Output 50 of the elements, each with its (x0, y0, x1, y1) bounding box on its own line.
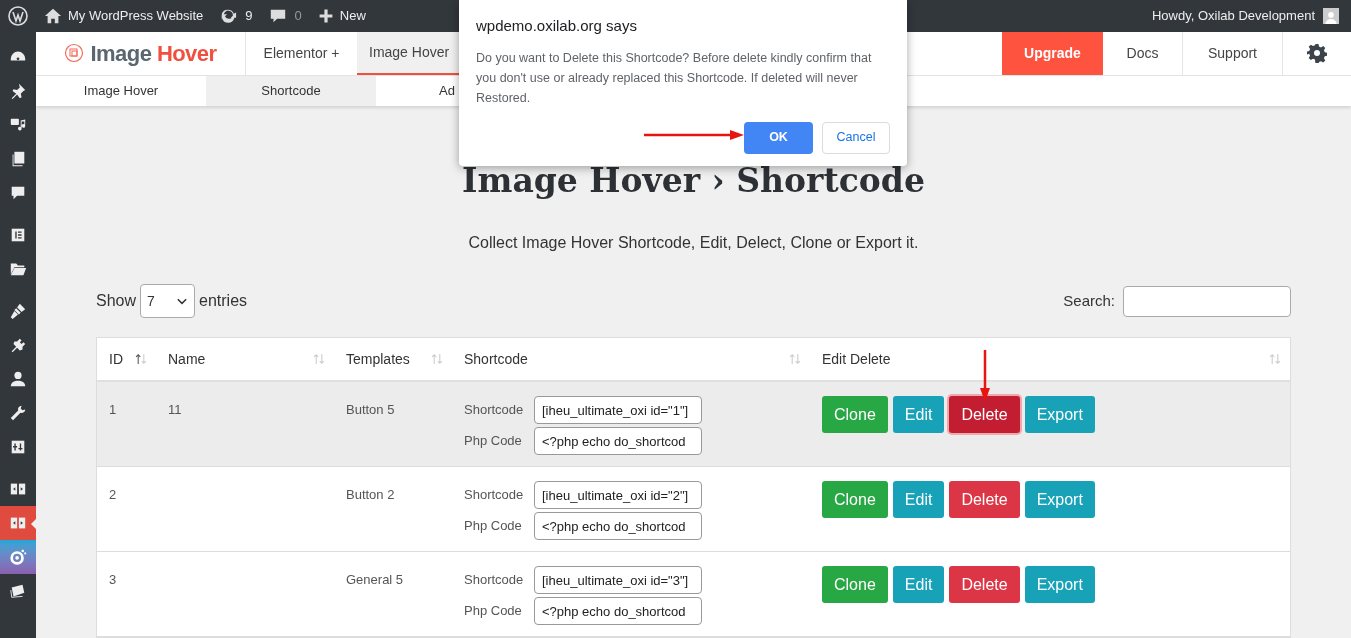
sub-nav-tab[interactable]: Image Hover (36, 75, 206, 106)
site-name-link[interactable]: My WordPress Website (68, 6, 204, 26)
code-field[interactable]: [iheu_ultimate_oxi id="3"] (534, 566, 702, 594)
update-count: 9 (245, 7, 253, 26)
cancel-button[interactable]: Cancel (822, 121, 890, 154)
column-header[interactable]: ID (109, 348, 123, 370)
code-field[interactable]: [iheu_ultimate_oxi id="1"] (534, 396, 702, 424)
entries-select[interactable]: 7 (140, 284, 196, 318)
search-label: Search: (1063, 290, 1115, 311)
table-cell: Button 2 (346, 487, 395, 502)
column-header[interactable]: Shortcode (464, 348, 528, 370)
field-label: Shortcode (464, 486, 524, 505)
nav-link[interactable]: Docs (1103, 32, 1183, 75)
table-cell: 11 (168, 402, 182, 417)
table-cell: 2 (109, 487, 117, 502)
column-header[interactable]: Edit Delete (822, 348, 891, 370)
show-label: Show (96, 291, 137, 311)
nav-link[interactable]: Support (1183, 32, 1283, 75)
action-button[interactable]: Delete (949, 396, 1020, 433)
greeting-link[interactable]: Howdy, Oxilab Development (1151, 6, 1315, 26)
entries-label: entries (199, 291, 248, 311)
column-header[interactable]: Templates (346, 348, 410, 370)
field-label: Shortcode (464, 401, 524, 420)
table-cell: 1 (109, 402, 117, 417)
logo-text: Image Hover (90, 39, 217, 68)
field-label: Php Code (464, 517, 523, 536)
code-field[interactable]: [iheu_ultimate_oxi id="2"] (534, 481, 702, 509)
sub-nav-tab[interactable]: Ad (376, 75, 459, 106)
new-link[interactable]: New (339, 6, 366, 26)
action-button[interactable]: Delete (949, 566, 1020, 603)
field-label: Php Code (464, 602, 523, 621)
table-row[interactable]: 1 11 Button 5 Shortcode [iheu_ultimate_oxi id="1"] Php Code <?php echo do_shortcod Clone Edit Delete Export (97, 382, 1290, 467)
column-header[interactable]: Name (168, 348, 206, 370)
code-field[interactable]: <?php echo do_shortcod (534, 597, 702, 625)
ok-button[interactable]: OK (744, 121, 813, 154)
action-button[interactable]: Delete (949, 481, 1020, 518)
sub-nav-tab[interactable]: Shortcode (206, 75, 376, 106)
dialog-message: Do you want to Delete this Shortcode? Before delete kindly confirm that you don't use or already replaced this Shortcode. If deleted will never Restored. (476, 49, 873, 107)
field-label: Shortcode (464, 571, 524, 590)
table-cell: General 5 (346, 572, 404, 587)
code-field[interactable]: <?php echo do_shortcod (534, 427, 702, 455)
nav-tab[interactable]: Image Hover (357, 32, 459, 75)
comment-count: 0 (294, 7, 302, 26)
field-label: Php Code (464, 432, 523, 451)
table-cell: 3 (109, 572, 117, 587)
table-cell: Button 5 (346, 402, 395, 417)
dialog-title: wpdemo.oxilab.org says (476, 16, 638, 36)
page-subtitle: Collect Image Hover Shortcode, Edit, Delect, Clone or Export it. (468, 233, 919, 253)
page-title: Image Hover › Shortcode (462, 159, 925, 202)
code-field[interactable]: <?php echo do_shortcod (534, 512, 702, 540)
